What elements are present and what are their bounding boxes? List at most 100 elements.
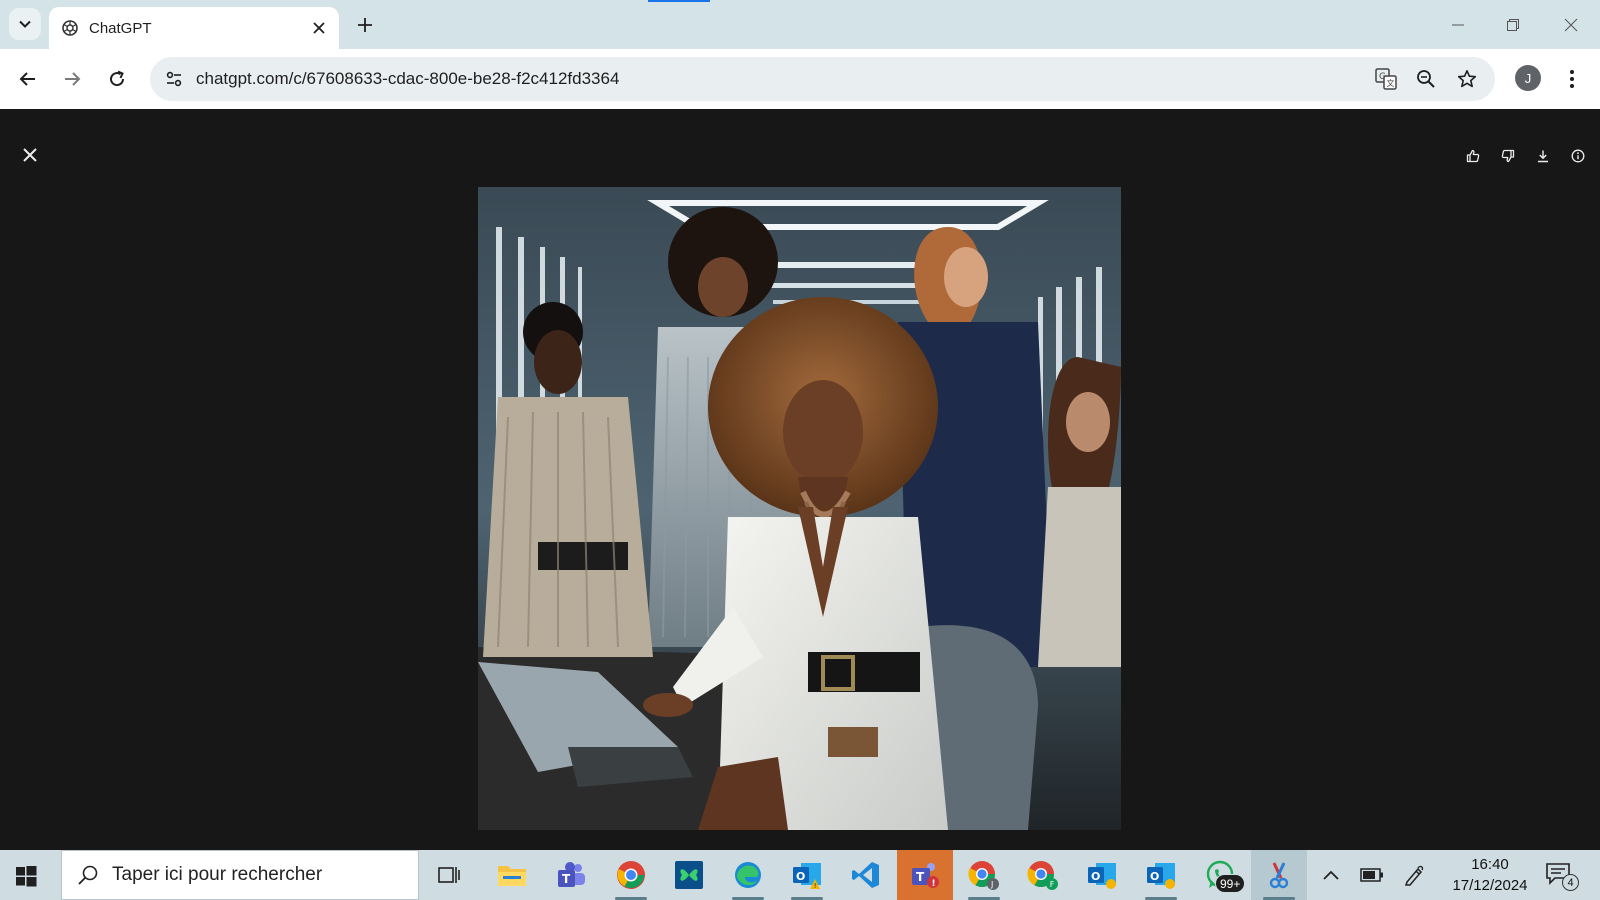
windows-logo-icon: [16, 866, 37, 887]
plus-icon: [358, 18, 372, 32]
vscode-icon: [852, 862, 879, 888]
taskbar-chrome-profile-j[interactable]: J: [956, 850, 1012, 900]
battery-button[interactable]: [1354, 850, 1390, 900]
snipping-tool-icon: [1269, 862, 1289, 889]
thumbs-up-button[interactable]: [1460, 143, 1486, 169]
start-button[interactable]: [12, 862, 40, 890]
task-view-icon: [438, 867, 460, 883]
browser-toolbar: chatgpt.com/c/67608633-cdac-800e-be28-f2…: [0, 49, 1600, 109]
minimize-icon: [1452, 24, 1464, 26]
search-icon: [76, 863, 100, 887]
outlook-icon: O!: [793, 863, 821, 890]
taskbar-outlook-2[interactable]: O: [1074, 850, 1130, 900]
more-vertical-icon: [1570, 70, 1574, 88]
taskbar-app-butterfly[interactable]: [661, 850, 717, 900]
translate-button[interactable]: G文: [1372, 65, 1400, 93]
task-view-button[interactable]: [421, 850, 477, 900]
thumbs-down-button[interactable]: [1495, 143, 1521, 169]
svg-text:!: !: [932, 879, 936, 889]
reload-button[interactable]: [101, 63, 133, 95]
svg-text:F: F: [1050, 880, 1055, 889]
taskbar-vscode[interactable]: [838, 850, 894, 900]
taskbar-edge[interactable]: [720, 850, 776, 900]
profile-avatar[interactable]: J: [1515, 65, 1541, 91]
tab-chatgpt[interactable]: ChatGPT: [49, 7, 339, 49]
butterfly-app-icon: [675, 861, 703, 889]
taskbar-search[interactable]: Taper ici pour rechercher: [61, 850, 419, 900]
download-icon: [1538, 150, 1548, 163]
taskbar: Taper ici pour rechercher T O! T! J F O: [0, 850, 1600, 900]
close-icon: [23, 148, 37, 162]
new-tab-button[interactable]: [352, 12, 378, 38]
thumbs-up-icon: [1466, 149, 1480, 163]
pen-menu-button[interactable]: [1396, 850, 1432, 900]
info-button[interactable]: [1565, 143, 1591, 169]
arrow-left-icon: [19, 72, 35, 86]
forward-button[interactable]: [56, 63, 88, 95]
svg-text:O: O: [1150, 870, 1159, 883]
taskbar-file-explorer[interactable]: [484, 850, 540, 900]
chevron-down-icon: [19, 20, 31, 28]
chevron-up-icon: [1323, 870, 1339, 880]
viewer-close-button[interactable]: [16, 141, 44, 169]
tab-strip: ChatGPT: [0, 0, 1600, 49]
tab-strip-highlight: [648, 0, 710, 2]
tab-close-button[interactable]: [307, 16, 331, 40]
clock-date: 17/12/2024: [1452, 877, 1528, 894]
info-icon: [1571, 149, 1585, 163]
notification-count: 4: [1562, 874, 1579, 891]
image-viewer: [0, 109, 1600, 850]
arrow-right-icon: [65, 72, 81, 86]
taskbar-outlook-3[interactable]: O: [1133, 850, 1189, 900]
edge-icon: [735, 862, 761, 888]
teams-icon: T: [558, 862, 585, 887]
star-icon: [1457, 70, 1477, 88]
zoom-button[interactable]: [1412, 65, 1440, 93]
url-text[interactable]: chatgpt.com/c/67608633-cdac-800e-be28-f2…: [196, 69, 1495, 89]
svg-text:J: J: [990, 880, 993, 889]
address-bar[interactable]: chatgpt.com/c/67608633-cdac-800e-be28-f2…: [150, 57, 1495, 101]
taskbar-teams-alert[interactable]: T!: [897, 850, 953, 900]
pen-icon: [1404, 865, 1424, 886]
taskbar-outlook[interactable]: O!: [779, 850, 835, 900]
close-icon: [313, 22, 325, 34]
taskbar-teams[interactable]: T: [543, 850, 599, 900]
generated-image[interactable]: [478, 187, 1121, 830]
svg-text:T: T: [562, 872, 571, 886]
viewer-actions: [1460, 143, 1600, 169]
translate-icon: G文: [1375, 68, 1397, 90]
outlook-icon: O: [1147, 863, 1175, 889]
svg-text:!: !: [814, 882, 817, 890]
close-icon: [1564, 18, 1578, 32]
back-button[interactable]: [12, 63, 44, 95]
notification-center-button[interactable]: 4: [1545, 862, 1581, 892]
tab-search-button[interactable]: [9, 8, 41, 40]
browser-menu-button[interactable]: [1560, 63, 1584, 95]
teams-alert-icon: T!: [912, 863, 939, 889]
site-info-button[interactable]: [160, 65, 188, 93]
taskbar-snipping-tool[interactable]: [1251, 850, 1307, 900]
whatsapp-unread-badge: 99+: [1215, 874, 1246, 893]
taskbar-chrome[interactable]: [603, 850, 659, 900]
battery-icon: [1360, 868, 1383, 882]
taskbar-chrome-profile-f[interactable]: F: [1015, 850, 1071, 900]
taskbar-clock[interactable]: 16:40 17/12/2024: [1440, 854, 1540, 896]
clock-time: 16:40: [1471, 856, 1509, 873]
window-close-button[interactable]: [1556, 10, 1586, 40]
outlook-icon: O: [1088, 863, 1116, 889]
svg-text:文: 文: [1387, 78, 1395, 88]
chrome-profile-icon: J: [968, 861, 999, 890]
download-button[interactable]: [1530, 143, 1556, 169]
bookmark-button[interactable]: [1453, 65, 1481, 93]
restore-button[interactable]: [1498, 10, 1528, 40]
chatgpt-logo-icon: [61, 19, 79, 37]
tune-icon: [166, 71, 182, 87]
thumbs-down-icon: [1501, 149, 1515, 163]
svg-text:O: O: [796, 870, 805, 883]
zoom-out-icon: [1417, 70, 1435, 88]
show-hidden-icons-button[interactable]: [1313, 850, 1349, 900]
taskbar-search-placeholder: Taper ici pour rechercher: [112, 864, 323, 885]
tab-title: ChatGPT: [89, 19, 152, 37]
minimize-button[interactable]: [1443, 10, 1473, 40]
chrome-profile-icon: F: [1027, 861, 1058, 890]
